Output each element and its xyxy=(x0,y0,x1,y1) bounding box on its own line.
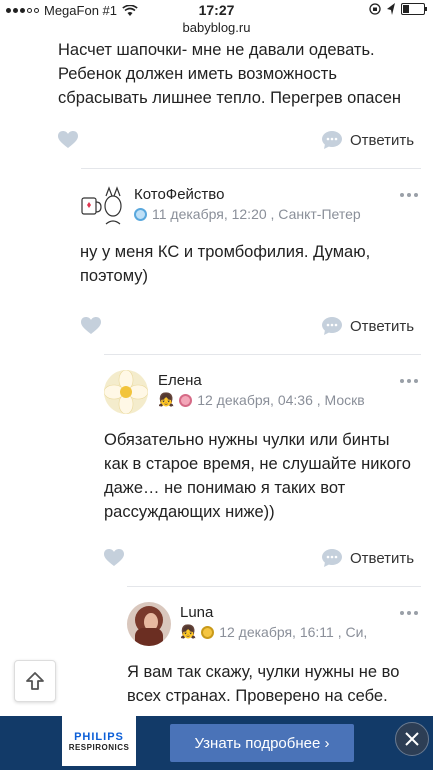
ad-brand: PHILIPS xyxy=(74,730,124,743)
comment-line: поэтому) xyxy=(80,267,148,285)
avatar[interactable] xyxy=(104,370,148,414)
comment-bubble-icon xyxy=(322,317,342,335)
child-girl-icon: 👧 xyxy=(158,392,175,407)
comment-line: всех странах. Проверено на себе. xyxy=(127,687,388,705)
comment-date-location: 12 декабря, 16:11 , Си, xyxy=(219,624,368,640)
arrow-up-icon xyxy=(26,672,44,690)
like-icon[interactable] xyxy=(104,549,124,567)
status-bar: MegaFon #1 17:27 babyblog.ru xyxy=(0,0,433,38)
status-badge xyxy=(179,393,193,407)
comment-line: сбрасывать лишнее тепло. Перегрев опасен xyxy=(58,89,402,107)
divider xyxy=(81,168,421,169)
more-options-button[interactable] xyxy=(400,611,418,615)
reply-label: Ответить xyxy=(350,317,415,335)
location-icon xyxy=(387,3,395,15)
divider xyxy=(127,586,421,587)
child-girl-icon: 👧 xyxy=(180,624,197,639)
reply-button[interactable]: Ответить xyxy=(322,131,414,149)
status-badge xyxy=(134,207,147,221)
comment-line: как в старое время, не слушайте никого xyxy=(104,455,411,473)
comment-meta: 11 декабря, 12:20 , Санкт-Петер xyxy=(134,206,361,222)
user-photo-avatar xyxy=(127,602,171,646)
comment-line: Обязательно нужны чулки или бинты xyxy=(104,431,390,449)
flower-avatar-icon xyxy=(104,370,148,414)
ad-sub-brand: RESPIRONICS xyxy=(68,742,130,752)
scroll-to-top-button[interactable] xyxy=(14,660,56,702)
like-icon[interactable] xyxy=(58,131,78,149)
comment-text: Насчет шапочки- мне не давали одевать. Р… xyxy=(58,38,428,110)
more-options-button[interactable] xyxy=(400,193,418,197)
comment-text: Я вам так скажу, чулки нужны не во всех … xyxy=(127,660,427,708)
comment-date-location: 11 декабря, 12:20 , Санкт-Петер xyxy=(152,206,361,222)
cat-avatar-icon xyxy=(81,186,122,225)
address-bar-url[interactable]: babyblog.ru xyxy=(0,20,433,35)
comment-line: Ребенок должен иметь возможность xyxy=(58,65,337,83)
status-badge xyxy=(201,625,215,639)
avatar[interactable] xyxy=(80,184,124,228)
ad-cta-button[interactable]: Узнать подробнее › xyxy=(170,724,354,762)
like-icon[interactable] xyxy=(81,317,101,335)
comment-meta: 👧 12 декабря, 04:36 , Москв xyxy=(158,392,365,408)
more-options-button[interactable] xyxy=(400,379,418,383)
ad-logo: PHILIPS RESPIRONICS xyxy=(62,716,136,766)
close-icon xyxy=(405,732,419,746)
comment-bubble-icon xyxy=(322,131,342,149)
reply-label: Ответить xyxy=(350,549,415,567)
comment-line: Насчет шапочки- мне не давали одевать. xyxy=(58,41,375,59)
divider xyxy=(104,354,421,355)
reply-button[interactable]: Ответить xyxy=(322,549,414,567)
reply-button[interactable]: Ответить xyxy=(322,317,414,335)
comments-feed: Насчет шапочки- мне не давали одевать. Р… xyxy=(0,0,433,770)
comment-date-location: 12 декабря, 04:36 , Москв xyxy=(197,392,365,408)
avatar[interactable] xyxy=(127,602,171,646)
comment-line: рассуждающих ниже)) xyxy=(104,503,275,521)
author-name[interactable]: Елена xyxy=(158,372,202,389)
comment-line: ну у меня КС и тромбофилия. Думаю, xyxy=(80,243,371,261)
reply-label: Ответить xyxy=(350,131,415,149)
battery-icon xyxy=(401,3,427,15)
ad-close-button[interactable] xyxy=(395,722,429,756)
comment-text: ну у меня КС и тромбофилия. Думаю, поэто… xyxy=(80,240,420,288)
author-name[interactable]: Luna xyxy=(180,604,213,621)
orientation-lock-icon xyxy=(369,3,381,15)
comment-line: даже… не понимаю я таких вот xyxy=(104,479,346,497)
comment-meta: 👧 12 декабря, 16:11 , Си, xyxy=(180,624,367,640)
comment-text: Обязательно нужны чулки или бинты как в … xyxy=(104,428,424,524)
system-indicators xyxy=(369,3,427,15)
comment-bubble-icon xyxy=(322,549,342,567)
ad-banner[interactable]: PHILIPS RESPIRONICS Узнать подробнее › xyxy=(0,716,433,770)
comment-line: Я вам так скажу, чулки нужны не во xyxy=(127,663,400,681)
author-name[interactable]: КотоФейство xyxy=(134,186,224,203)
